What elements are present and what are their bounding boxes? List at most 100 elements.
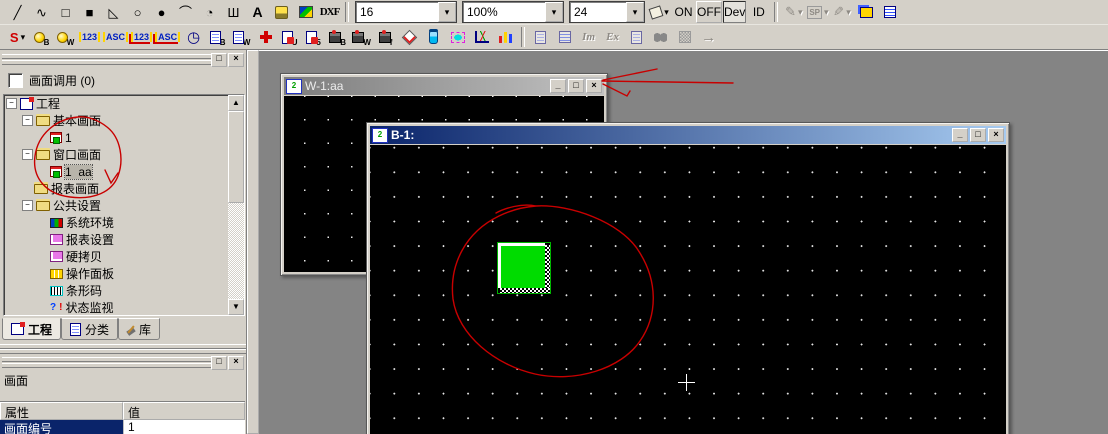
grid-size-combo[interactable]: 24 ▾	[569, 1, 645, 23]
b1-titlebar[interactable]: 2 B-1: _ □ ×	[370, 126, 1006, 144]
workspace-close-button[interactable]: ×	[228, 53, 244, 67]
import-image-button[interactable]	[294, 1, 317, 23]
tree-item-window-screen-1aa[interactable]: 1 aa	[4, 163, 244, 180]
horizontal-splitter[interactable]	[0, 343, 246, 353]
b1-close-button[interactable]: ×	[988, 128, 1004, 142]
word-switch-button[interactable]: W	[350, 26, 373, 48]
preview-button[interactable]	[625, 26, 648, 48]
sector-tool-button[interactable]: ◔	[198, 1, 221, 23]
gripper[interactable]	[2, 60, 214, 65]
select-mode-button[interactable]: S▾	[6, 26, 29, 48]
line-tool-button[interactable]: ╱	[6, 1, 29, 23]
tree-item-project[interactable]: − 工程	[4, 95, 244, 112]
bit-lamp-button[interactable]: B	[30, 26, 53, 48]
trend-graph-button[interactable]	[470, 26, 493, 48]
collapse-icon[interactable]: −	[22, 115, 33, 126]
tree-item-barcode[interactable]: 条形码	[4, 282, 244, 299]
station-switch-button[interactable]	[422, 26, 445, 48]
circle-tool-button[interactable]: ○	[126, 1, 149, 23]
fill-pattern-button[interactable]	[673, 26, 696, 48]
word-lamp-button[interactable]: W	[54, 26, 77, 48]
property-row-screen-number[interactable]: 画面编号 1	[0, 420, 245, 434]
b1-maximize-button[interactable]: □	[970, 128, 986, 142]
tree-scrollbar[interactable]: ▲ ▼	[228, 95, 244, 315]
tab-category[interactable]: 分类	[61, 318, 118, 340]
grid-size-dropdown-button[interactable]: ▾	[626, 2, 644, 22]
parts-display-button[interactable]	[254, 26, 277, 48]
screen-copy-button[interactable]	[855, 1, 878, 23]
comment-bit-button[interactable]: B	[206, 26, 229, 48]
rectangle-tool-button[interactable]: □	[54, 1, 77, 23]
tree-item-hardcopy[interactable]: 硬拷贝	[4, 248, 244, 265]
device-display-button[interactable]: Dev	[723, 1, 746, 23]
tree-item-status-watch[interactable]: ?! 状态监视	[4, 299, 244, 316]
screen-switch-button[interactable]	[398, 26, 421, 48]
text-tool-button[interactable]: A	[246, 1, 269, 23]
outdent-button[interactable]	[553, 26, 576, 48]
data-list-button[interactable]	[879, 1, 902, 23]
property-close-button[interactable]: ×	[228, 356, 244, 370]
overlay-screen-button[interactable]	[446, 26, 469, 48]
ascii-input-button[interactable]: 5	[302, 26, 325, 48]
stamp-button[interactable]: ✎▾	[831, 1, 854, 23]
scale-tool-button[interactable]: Ш	[222, 1, 245, 23]
window-b1[interactable]: 2 B-1: _ □ ×	[366, 122, 1010, 434]
function-switch-button[interactable]: f	[374, 26, 397, 48]
tree-item-common-settings[interactable]: − 公共设置	[4, 197, 244, 214]
numeric-input-button[interactable]: U	[278, 26, 301, 48]
property-dock-titlebar[interactable]: □ ×	[2, 355, 244, 369]
scroll-up-button[interactable]: ▲	[228, 95, 244, 111]
id-display-button[interactable]: ID	[747, 1, 770, 23]
polygon-tool-button[interactable]: ◺	[102, 1, 125, 23]
tree-item-system-environment[interactable]: 系统环境	[4, 214, 244, 231]
time-display-button[interactable]: ASC	[154, 26, 181, 48]
tab-project[interactable]: 工程	[2, 318, 61, 340]
zoom-combo[interactable]: 100% ▾	[462, 1, 564, 23]
gripper[interactable]	[2, 363, 214, 368]
report-edit-button[interactable]	[529, 26, 552, 48]
w1-maximize-button[interactable]: □	[568, 79, 584, 93]
b1-screen-canvas[interactable]	[370, 145, 1006, 434]
collapse-icon[interactable]: −	[6, 98, 17, 109]
import-button[interactable]: Im	[577, 26, 600, 48]
property-value-cell[interactable]: 1	[123, 420, 245, 434]
comment-word-button[interactable]: W	[230, 26, 253, 48]
scrollbar-thumb[interactable]	[228, 111, 244, 203]
date-display-button[interactable]: 123	[130, 26, 153, 48]
collapse-icon[interactable]: −	[22, 200, 33, 211]
tree-item-window-screens[interactable]: − 窗口画面	[4, 146, 244, 163]
tree-item-base-screen-1[interactable]: 1	[4, 129, 244, 146]
dxf-import-button[interactable]: DXF	[318, 1, 341, 23]
sp-attribute-button[interactable]: SP▾	[806, 1, 829, 23]
filled-rectangle-tool-button[interactable]: ■	[78, 1, 101, 23]
property-maximize-button[interactable]: □	[211, 356, 227, 370]
next-button[interactable]: →	[697, 26, 720, 48]
zoom-dropdown-button[interactable]: ▾	[545, 2, 563, 22]
tab-library[interactable]: 库	[118, 318, 160, 340]
font-size-dropdown-button[interactable]: ▾	[438, 2, 456, 22]
gripper[interactable]	[2, 54, 214, 59]
bit-switch-button[interactable]: B	[326, 26, 349, 48]
arc-tool-button[interactable]: ⌒	[174, 1, 197, 23]
green-touch-switch-object[interactable]	[497, 242, 551, 294]
numeric-display-button[interactable]: 123	[78, 26, 101, 48]
tree-item-report-settings[interactable]: 报表设置	[4, 231, 244, 248]
grid-on-button[interactable]: ON	[672, 1, 695, 23]
workspace-dock-titlebar[interactable]: □ ×	[2, 52, 244, 66]
tree-item-operation-panel[interactable]: 操作面板	[4, 265, 244, 282]
gripper[interactable]	[2, 357, 214, 362]
scroll-down-button[interactable]: ▼	[228, 299, 244, 315]
clock-display-button[interactable]: ◷	[182, 26, 205, 48]
tree-item-report-screens[interactable]: 报表画面	[4, 180, 244, 197]
collapse-icon[interactable]: −	[22, 149, 33, 160]
polyline-tool-button[interactable]: ∿	[30, 1, 53, 23]
tree-item-base-screens[interactable]: − 基本画面	[4, 112, 244, 129]
fill-color-button[interactable]: ▾	[648, 1, 671, 23]
vertical-splitter[interactable]	[247, 50, 259, 434]
find-button[interactable]	[649, 26, 672, 48]
paint-tool-button[interactable]	[270, 1, 293, 23]
property-column-header[interactable]: 属性	[0, 402, 123, 420]
b1-minimize-button[interactable]: _	[952, 128, 968, 142]
export-button[interactable]: Ex	[601, 26, 624, 48]
screen-call-checkbox[interactable]	[8, 73, 23, 88]
